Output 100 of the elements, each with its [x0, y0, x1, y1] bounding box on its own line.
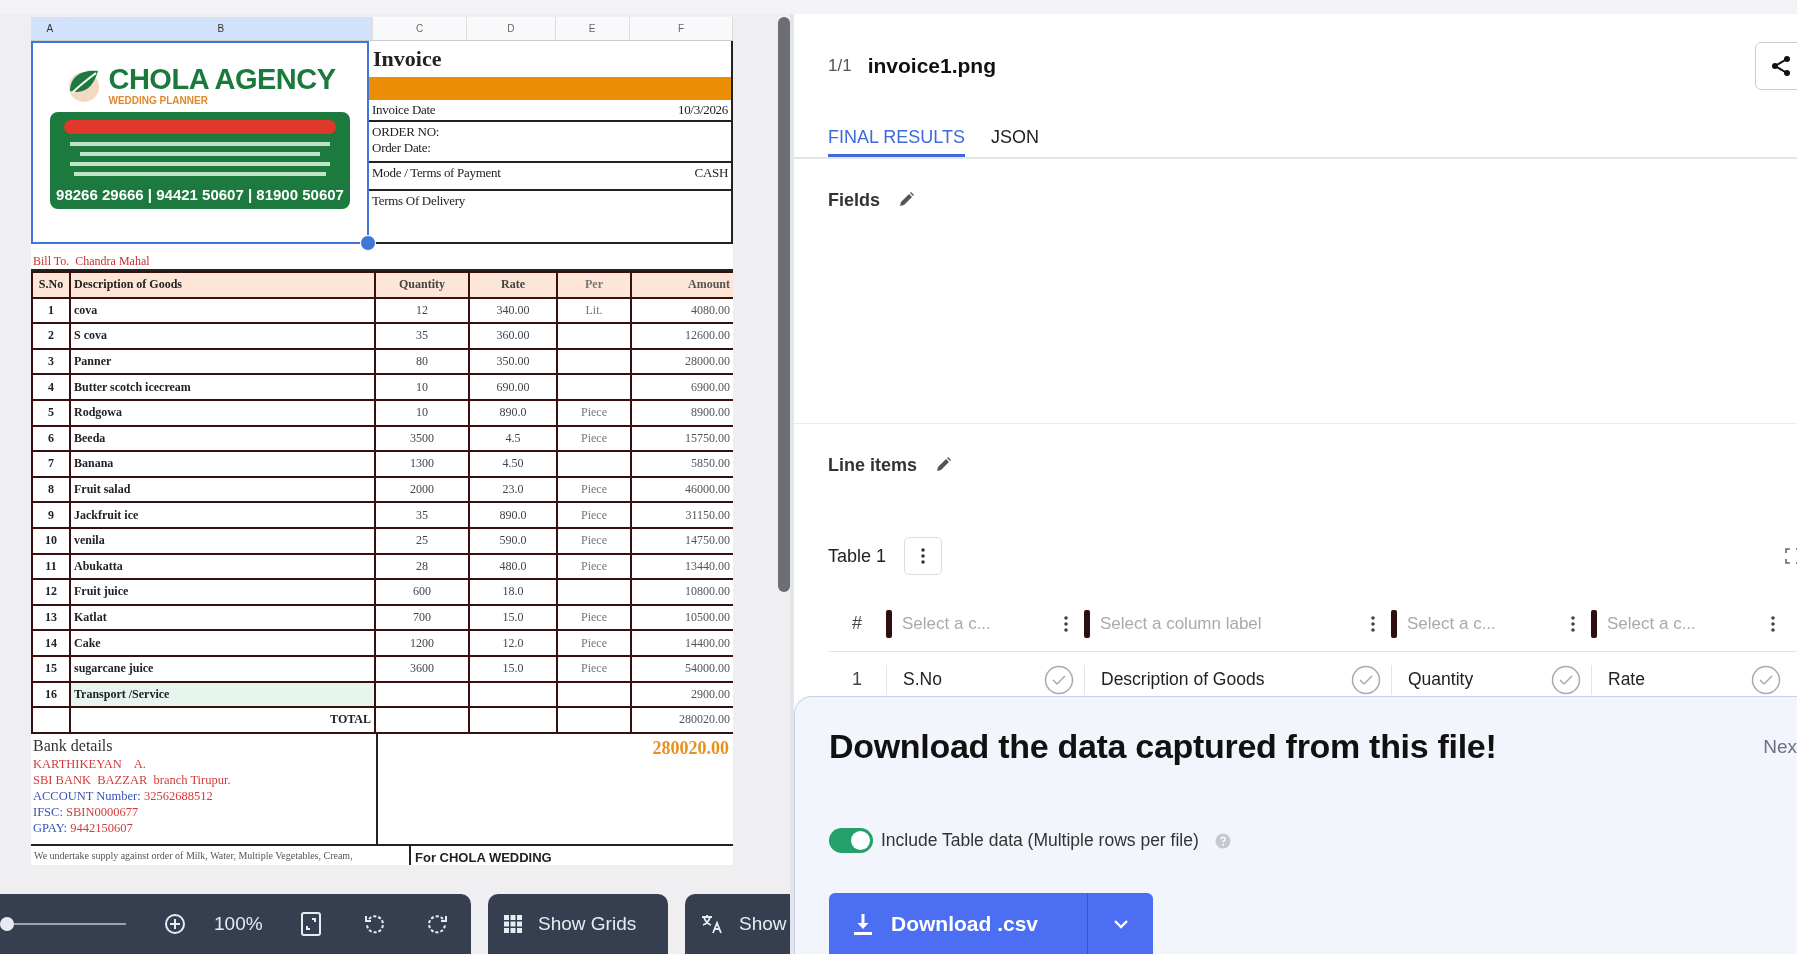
column-letter: E: [555, 17, 630, 40]
table-cell: Transport /Service: [70, 681, 375, 708]
table-cell: 700: [375, 604, 469, 631]
check-circle-icon: [1351, 664, 1381, 695]
table-cell: 3500: [375, 425, 469, 452]
table-title: Table 1: [828, 545, 887, 567]
table-cell: 5: [32, 399, 70, 426]
table-cell: S cova: [70, 323, 375, 349]
tab[interactable]: JSON: [991, 121, 1040, 157]
table-cell: Jackfruit ice: [70, 502, 375, 528]
download-icon: [853, 913, 873, 935]
more-icon: [921, 548, 926, 564]
table-cell: 28: [375, 553, 469, 580]
table-cell: 3: [32, 348, 70, 375]
table-cell: sugarcane juice: [70, 655, 375, 682]
share-button[interactable]: [1755, 42, 1797, 90]
table-cell: 10: [375, 399, 469, 426]
logo-tagline: WEDDING PLANNER: [108, 95, 209, 106]
column-letter: A: [31, 17, 70, 40]
edit-button[interactable]: [898, 192, 915, 209]
table-cell: 340.00: [469, 297, 557, 324]
more-button[interactable]: [904, 537, 943, 575]
column-marker: [1391, 609, 1397, 638]
table-cell: Piece: [557, 553, 631, 580]
check-circle-icon: [1551, 664, 1581, 695]
toggle-switch[interactable]: [829, 828, 873, 853]
column-marker: [1591, 609, 1597, 638]
column-label-field[interactable]: Select a c...: [1607, 613, 1761, 634]
table-cell: 35: [375, 323, 469, 349]
table-cell: 2: [32, 323, 70, 349]
tab[interactable]: FINAL RESULTS: [828, 121, 966, 157]
section-title: Fields: [828, 190, 880, 211]
selection-handle[interactable]: [360, 235, 377, 251]
table-cell: 11: [32, 553, 70, 580]
slider-thumb[interactable]: [0, 917, 14, 931]
table-cell: 7: [32, 451, 70, 477]
rotate-right-icon: [426, 913, 449, 935]
edit-button[interactable]: [935, 457, 953, 474]
table-cell: Beeda: [70, 425, 375, 452]
table-cell: S.No: [903, 669, 942, 690]
table-cell: 480.0: [469, 553, 557, 580]
column-label-field[interactable]: Select a c...: [902, 613, 1054, 634]
grand-total: 280020.00: [652, 737, 729, 759]
info-value: 10/3/2026: [677, 102, 728, 118]
total-label: TOTAL: [70, 707, 375, 733]
table-cell: 15.0: [469, 655, 557, 682]
translate-icon: [701, 914, 723, 934]
column-letter: D: [467, 17, 556, 40]
table-cell: Piece: [557, 476, 631, 503]
column-label-field[interactable]: Select a column label: [1100, 613, 1361, 634]
table-cell: Piece: [557, 604, 631, 631]
table-cell: cova: [70, 297, 375, 324]
info-value: CASH: [694, 165, 728, 182]
scrollbar[interactable]: [778, 17, 790, 592]
more-icon: [1771, 615, 1775, 632]
table-cell: Rate: [1608, 669, 1645, 690]
column-marker: [886, 609, 892, 638]
table-cell: Piece: [557, 655, 631, 682]
table-cell: Katlat: [70, 604, 375, 631]
zoom-value: 100%: [214, 913, 263, 935]
table-cell: Piece: [557, 502, 631, 528]
translate-button[interactable]: Show: [685, 894, 790, 954]
table-cell: Rodgowa: [70, 399, 375, 426]
table-cell: 25: [375, 527, 469, 554]
share-icon: [1770, 55, 1792, 77]
column-header: Per: [557, 272, 631, 298]
bank-line: SBI BANK BAZZAR branch Tirupur.: [33, 771, 232, 788]
grid-icon: [504, 915, 522, 933]
table-cell: 15.0: [469, 604, 557, 631]
table-cell: 3600: [375, 655, 469, 682]
table-cell: Piece: [557, 630, 631, 656]
table-cell: 890.0: [469, 502, 557, 528]
column-header: Description of Goods: [70, 272, 375, 298]
table-cell: 14: [32, 630, 70, 656]
column-label-field[interactable]: Select a c...: [1407, 613, 1561, 634]
next-button[interactable]: Nex: [1763, 735, 1797, 758]
download-button[interactable]: Download .csv: [829, 893, 1087, 954]
table-cell: Fruit juice: [70, 579, 375, 605]
bank-line: GPAY: 9442150607: [33, 819, 134, 836]
file-counter: 1/1: [828, 56, 852, 76]
table-cell: 13: [32, 604, 70, 631]
file-name: invoice1.png: [867, 54, 996, 78]
table-cell: 2000: [375, 476, 469, 503]
zoom-in-icon: [164, 913, 186, 935]
expand-button[interactable]: [1785, 548, 1797, 564]
info-label: Mode / Terms of Payment: [372, 165, 501, 181]
column-header: Amount: [631, 272, 733, 298]
bank-heading: Bank details: [33, 735, 114, 756]
terms-note: We undertake supply against order of Milk, Water, Multiple Vegetables, Cream,: [31, 845, 411, 865]
table-cell: Abukatta: [70, 553, 375, 580]
table-cell: Fruit salad: [70, 476, 375, 503]
more-icon: [1064, 615, 1068, 632]
column-header: S.No: [32, 272, 70, 298]
more-icon: [1371, 615, 1375, 632]
table-cell: 6: [32, 425, 70, 452]
signature-label: For CHOLA WEDDING: [414, 848, 553, 865]
show-grids-button[interactable]: Show Grids: [488, 894, 668, 954]
check-circle-icon: [1751, 664, 1781, 695]
table-cell: 12: [375, 297, 469, 324]
table-cell: 18.0: [469, 579, 557, 605]
